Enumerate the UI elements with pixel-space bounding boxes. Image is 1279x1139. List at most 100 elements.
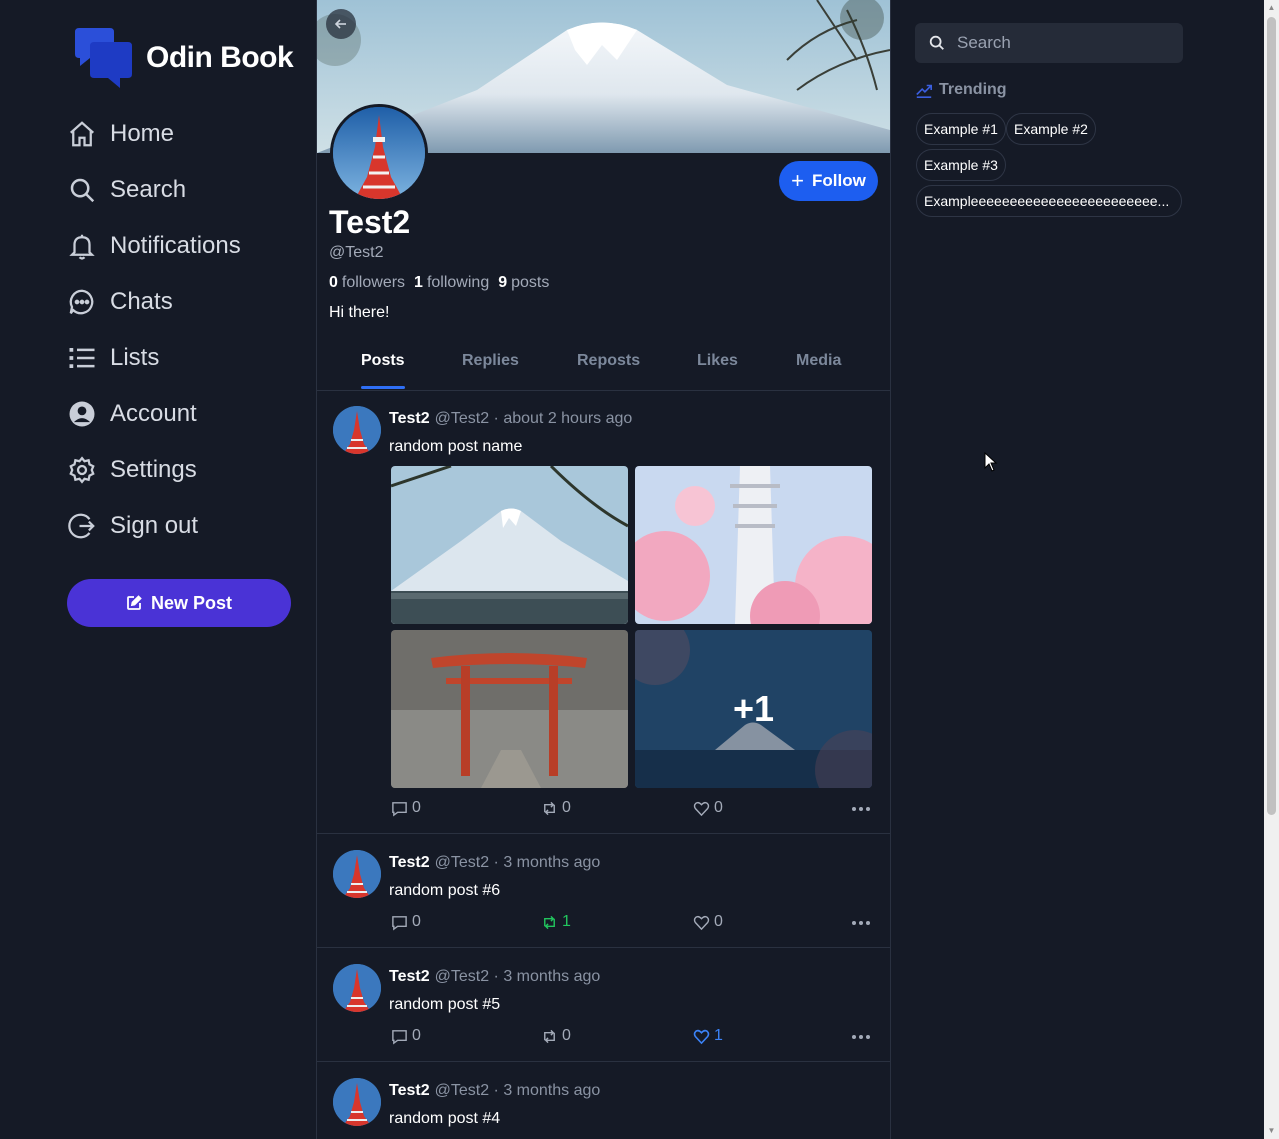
bell-icon bbox=[66, 230, 98, 262]
post-author-name[interactable]: Test2 bbox=[389, 854, 430, 871]
scroll-down-arrow-icon[interactable]: ▼ bbox=[1267, 1126, 1276, 1136]
followers-stat[interactable]: 0 followers bbox=[329, 274, 405, 292]
follow-button[interactable]: + Follow bbox=[779, 161, 878, 201]
comment-button[interactable]: 0 bbox=[391, 1027, 421, 1045]
plus-icon: + bbox=[791, 168, 805, 193]
like-button[interactable]: 0 bbox=[693, 799, 723, 817]
trending-chart-icon bbox=[916, 84, 933, 99]
search-bar[interactable] bbox=[915, 23, 1183, 63]
trending-title: Trending bbox=[939, 81, 1007, 98]
trending-tag[interactable]: Example #3 bbox=[916, 149, 1006, 181]
more-options-icon[interactable] bbox=[851, 913, 871, 938]
nav-item-home[interactable]: Home bbox=[66, 106, 306, 162]
edit-icon bbox=[127, 595, 142, 610]
nav-item-chats[interactable]: Chats bbox=[66, 274, 306, 330]
repost-button[interactable]: 1 bbox=[541, 913, 571, 931]
post-item[interactable]: Test2 @Test2 · about 2 hours ago random p… bbox=[317, 391, 890, 834]
profile-bio: Hi there! bbox=[329, 304, 390, 321]
tab-posts[interactable]: Posts bbox=[361, 352, 405, 370]
following-stat[interactable]: 1 following bbox=[414, 274, 489, 292]
nav-label-lists: Lists bbox=[110, 344, 160, 371]
gallery-image-mount-fuji[interactable] bbox=[391, 466, 628, 624]
post-author-avatar[interactable] bbox=[333, 850, 381, 898]
nav-item-sign-out[interactable]: Sign out bbox=[66, 498, 306, 554]
post-author-name[interactable]: Test2 bbox=[389, 1082, 430, 1099]
post-author-handle: @Test2 bbox=[434, 854, 490, 871]
new-post-label: New Post bbox=[150, 592, 233, 613]
like-count: 1 bbox=[714, 1027, 723, 1044]
trending-tag[interactable]: Example #1 bbox=[916, 113, 1006, 145]
post-author-name[interactable]: Test2 bbox=[389, 968, 430, 985]
comment-button[interactable]: 0 bbox=[391, 913, 421, 931]
like-count: 0 bbox=[714, 913, 723, 930]
scrollbar-thumb[interactable] bbox=[1267, 17, 1276, 815]
more-options-icon[interactable] bbox=[851, 799, 871, 824]
post-author-handle: @Test2 bbox=[434, 410, 490, 427]
comment-icon bbox=[392, 1029, 407, 1045]
gear-icon bbox=[66, 454, 98, 486]
comment-icon bbox=[392, 915, 407, 931]
post-author-name[interactable]: Test2 bbox=[389, 410, 430, 427]
tab-media[interactable]: Media bbox=[796, 352, 841, 370]
post-actions: 0 0 1 bbox=[391, 1027, 871, 1049]
post-time: 3 months ago bbox=[503, 854, 601, 871]
nav-label-account: Account bbox=[110, 400, 197, 427]
search-icon bbox=[929, 35, 944, 50]
followers-count: 0 bbox=[329, 274, 338, 291]
active-tab-indicator bbox=[361, 386, 405, 389]
new-post-button[interactable]: New Post bbox=[67, 579, 291, 627]
post-separator: · bbox=[493, 968, 499, 985]
gallery-image-tower-blossoms[interactable] bbox=[635, 466, 872, 624]
repost-button[interactable]: 0 bbox=[541, 1027, 571, 1045]
nav-item-lists[interactable]: Lists bbox=[66, 330, 306, 386]
gallery-image-torii-gate[interactable] bbox=[391, 630, 628, 788]
post-time: about 2 hours ago bbox=[503, 410, 633, 427]
comment-count: 0 bbox=[412, 913, 421, 930]
post-author-handle: @Test2 bbox=[434, 968, 490, 985]
post-item[interactable]: Test2 @Test2 · 3 months ago random post #… bbox=[317, 834, 890, 948]
heart-icon bbox=[693, 1029, 710, 1044]
nav-item-search[interactable]: Search bbox=[66, 162, 306, 218]
nav-label-settings: Settings bbox=[110, 456, 197, 483]
post-author-avatar[interactable] bbox=[333, 1078, 381, 1126]
like-button[interactable]: 1 bbox=[693, 1027, 723, 1045]
search-icon bbox=[66, 174, 98, 206]
profile-avatar[interactable] bbox=[330, 104, 428, 202]
post-item[interactable]: Test2 @Test2 · 3 months ago random post #… bbox=[317, 1062, 890, 1139]
post-author-avatar[interactable] bbox=[333, 406, 381, 454]
post-actions: 0 0 0 bbox=[391, 799, 871, 821]
nav-item-account[interactable]: Account bbox=[66, 386, 306, 442]
repost-button[interactable]: 0 bbox=[541, 799, 571, 817]
trending-tag[interactable]: Exampleeeeeeeeeeeeeeeeeeeeeeee... bbox=[916, 185, 1182, 217]
like-count: 0 bbox=[714, 799, 723, 816]
post-header: Test2 @Test2 · 3 months ago bbox=[389, 1082, 600, 1100]
gallery-image-more[interactable]: +1 bbox=[635, 630, 872, 788]
post-header: Test2 @Test2 · 3 months ago bbox=[389, 968, 600, 986]
back-button[interactable] bbox=[326, 9, 356, 39]
follow-label: Follow bbox=[812, 171, 866, 190]
post-author-avatar[interactable] bbox=[333, 964, 381, 1012]
repost-icon bbox=[544, 915, 555, 929]
nav-item-notifications[interactable]: Notifications bbox=[66, 218, 306, 274]
page-scrollbar[interactable]: ▲ ▼ bbox=[1264, 0, 1279, 1139]
post-time: 3 months ago bbox=[503, 968, 601, 985]
comment-icon bbox=[392, 801, 407, 817]
comment-button[interactable]: 0 bbox=[391, 799, 421, 817]
more-options-icon[interactable] bbox=[851, 1027, 871, 1052]
posts-stat: 9 posts bbox=[498, 274, 549, 292]
tab-likes[interactable]: Likes bbox=[697, 352, 738, 370]
post-actions: 0 1 0 bbox=[391, 913, 871, 935]
app-name: Odin Book bbox=[146, 41, 294, 74]
nav-item-settings[interactable]: Settings bbox=[66, 442, 306, 498]
trending-tag[interactable]: Example #2 bbox=[1006, 113, 1096, 145]
scroll-up-arrow-icon[interactable]: ▲ bbox=[1267, 3, 1276, 13]
search-input[interactable] bbox=[955, 32, 1179, 54]
comment-count: 0 bbox=[412, 1027, 421, 1044]
tab-replies[interactable]: Replies bbox=[462, 352, 519, 370]
like-button[interactable]: 0 bbox=[693, 913, 723, 931]
app-logo[interactable]: Odin Book bbox=[72, 26, 294, 90]
tab-reposts[interactable]: Reposts bbox=[577, 352, 640, 370]
nav-label-search: Search bbox=[110, 176, 187, 203]
post-item[interactable]: Test2 @Test2 · 3 months ago random post #… bbox=[317, 948, 890, 1062]
nav-label-chats: Chats bbox=[110, 288, 173, 315]
